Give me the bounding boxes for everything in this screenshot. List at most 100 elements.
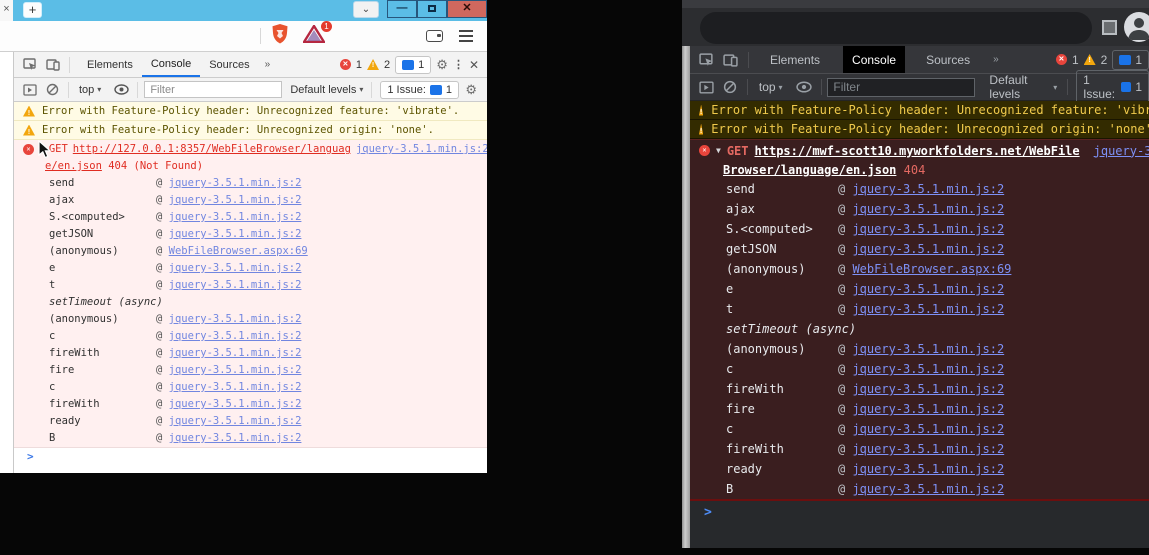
- stack-at-prefix: @ jquery-3.5.1.min.js:2: [838, 479, 1004, 499]
- console-error-message[interactable]: ✕ ▼ GET https://mwf-scott10.myworkfolder…: [690, 139, 1149, 501]
- stack-source-link[interactable]: jquery-3.5.1.min.js:2: [169, 279, 302, 291]
- stack-source-link[interactable]: jquery-3.5.1.min.js:2: [169, 432, 302, 444]
- console-settings-gear-icon[interactable]: ⚙: [465, 82, 477, 98]
- more-tabs-icon[interactable]: »: [259, 59, 277, 70]
- stack-source-link[interactable]: jquery-3.5.1.min.js:2: [852, 402, 1004, 416]
- tab-sources[interactable]: Sources: [917, 46, 979, 73]
- stack-source-link[interactable]: jquery-3.5.1.min.js:2: [852, 362, 1004, 376]
- maximize-button[interactable]: [417, 0, 447, 18]
- eye-icon[interactable]: [796, 81, 812, 93]
- console-warning-row[interactable]: ! Error with Feature-Policy header: Unre…: [14, 102, 487, 121]
- console-warning-row[interactable]: ! Error with Feature-Policy header: Unre…: [690, 101, 1149, 120]
- address-bar[interactable]: [700, 12, 1092, 44]
- tab-close-button[interactable]: ×: [0, 0, 13, 21]
- stack-source-link[interactable]: jquery-3.5.1.min.js:2: [852, 342, 1004, 356]
- stack-source-link[interactable]: jquery-3.5.1.min.js:2: [852, 382, 1004, 396]
- warning-badge-icon[interactable]: !: [367, 59, 379, 70]
- stack-source-link[interactable]: jquery-3.5.1.min.js:2: [169, 177, 302, 189]
- settings-gear-icon[interactable]: ⚙: [436, 57, 448, 73]
- tab-list-dropdown-button[interactable]: ⌄: [353, 1, 379, 18]
- stack-function-name: fire: [49, 362, 156, 379]
- console-warning-row[interactable]: ! Error with Feature-Policy header: Unre…: [14, 121, 487, 140]
- stack-source-link[interactable]: jquery-3.5.1.min.js:2: [852, 422, 1004, 436]
- stack-frame: ajax@ jquery-3.5.1.min.js:2: [14, 192, 487, 209]
- window-controls: — ✕: [387, 0, 487, 21]
- error-badge-icon[interactable]: ✕: [1056, 54, 1067, 65]
- close-button[interactable]: ✕: [447, 0, 487, 18]
- error-badge-icon[interactable]: ✕: [340, 59, 351, 70]
- profile-avatar[interactable]: [1124, 12, 1149, 42]
- kebab-menu-icon[interactable]: ⋮: [453, 58, 464, 71]
- eye-icon[interactable]: [114, 84, 129, 95]
- console-sidebar-icon[interactable]: [23, 84, 37, 96]
- context-selector[interactable]: top ▾: [755, 80, 787, 94]
- inspect-element-icon[interactable]: [23, 58, 37, 71]
- stack-source-link[interactable]: jquery-3.5.1.min.js:2: [169, 398, 302, 410]
- stack-source-link[interactable]: jquery-3.5.1.min.js:2: [169, 381, 302, 393]
- request-url-wrap[interactable]: e/en.json: [45, 160, 102, 172]
- clear-console-icon[interactable]: [46, 83, 59, 96]
- console-error-message[interactable]: ✕ ▼ GET http://127.0.0.1:8357/WebFileBro…: [14, 140, 487, 448]
- tab-search-icon[interactable]: [1102, 20, 1117, 35]
- console-warning-row[interactable]: ! Error with Feature-Policy header: Unre…: [690, 120, 1149, 139]
- filter-input[interactable]: [144, 81, 282, 98]
- stack-source-link[interactable]: jquery-3.5.1.min.js:2: [169, 313, 302, 325]
- stack-source-link[interactable]: jquery-3.5.1.min.js:2: [169, 211, 302, 223]
- minimize-button[interactable]: —: [387, 0, 417, 18]
- stack-source-link[interactable]: jquery-3.5.1.min.js:2: [852, 222, 1004, 236]
- source-file-link[interactable]: jquery-3.5.1.min.js:2: [356, 143, 487, 155]
- issues-chip[interactable]: 1 Issue: 1: [380, 81, 459, 99]
- stack-source-link[interactable]: jquery-3.5.1.min.js:2: [852, 482, 1004, 496]
- stack-source-link[interactable]: jquery-3.5.1.min.js:2: [169, 330, 302, 342]
- request-url-wrap[interactable]: Browser/language/en.json: [723, 163, 896, 177]
- stack-source-link[interactable]: jquery-3.5.1.min.js:2: [169, 347, 302, 359]
- stack-source-link[interactable]: jquery-3.5.1.min.js:2: [169, 194, 302, 206]
- device-toolbar-icon[interactable]: [723, 53, 738, 67]
- stack-source-link[interactable]: jquery-3.5.1.min.js:2: [852, 462, 1004, 476]
- issues-chip[interactable]: 1 Issue: 1: [1076, 70, 1149, 104]
- stack-source-link[interactable]: jquery-3.5.1.min.js:2: [852, 182, 1004, 196]
- filter-input[interactable]: [827, 78, 975, 97]
- console-prompt[interactable]: >: [690, 501, 1149, 525]
- new-tab-button[interactable]: +: [23, 2, 42, 18]
- stack-source-link[interactable]: jquery-3.5.1.min.js:2: [852, 242, 1004, 256]
- clear-console-icon[interactable]: [723, 80, 737, 94]
- device-toolbar-icon[interactable]: [46, 58, 60, 71]
- inspect-element-icon[interactable]: [699, 53, 714, 67]
- left-browser-window: × + ⌄ — ✕ 1: [0, 0, 487, 473]
- stack-source-link[interactable]: jquery-3.5.1.min.js:2: [852, 282, 1004, 296]
- brave-shield-icon[interactable]: [271, 24, 289, 49]
- warning-badge-icon[interactable]: !: [1084, 54, 1096, 65]
- tab-console[interactable]: Console: [843, 46, 905, 73]
- tab-elements[interactable]: Elements: [78, 52, 142, 77]
- stack-source-link[interactable]: WebFileBrowser.aspx:69: [852, 262, 1011, 276]
- extension-triangle-icon[interactable]: 1: [303, 25, 325, 48]
- request-url-link[interactable]: http://127.0.0.1:8357/WebFileBrowser/lan…: [73, 143, 351, 155]
- tab-sources[interactable]: Sources: [200, 52, 258, 77]
- devtools-close-icon[interactable]: ✕: [469, 58, 479, 72]
- console-prompt[interactable]: >: [14, 448, 487, 466]
- expand-triangle-icon[interactable]: ▼: [716, 146, 721, 155]
- tab-console[interactable]: Console: [142, 52, 200, 77]
- stack-source-link[interactable]: jquery-3.5.1.min.js:2: [852, 302, 1004, 316]
- stack-source-link[interactable]: jquery-3.5.1.min.js:2: [169, 228, 302, 240]
- messages-chip[interactable]: 1: [395, 56, 431, 74]
- log-levels-dropdown[interactable]: Default levels ▾: [989, 73, 1057, 101]
- menu-icon[interactable]: [459, 30, 473, 42]
- stack-source-link[interactable]: jquery-3.5.1.min.js:2: [852, 202, 1004, 216]
- tab-elements[interactable]: Elements: [761, 46, 829, 73]
- messages-chip[interactable]: 1: [1112, 50, 1149, 70]
- stack-source-link[interactable]: jquery-3.5.1.min.js:2: [169, 364, 302, 376]
- more-tabs-icon[interactable]: »: [987, 54, 1005, 65]
- request-url-link[interactable]: https://mwf-scott10.myworkfolders.net/We…: [755, 144, 1080, 158]
- context-label: top: [759, 80, 776, 94]
- context-selector[interactable]: top ▾: [75, 84, 105, 96]
- console-sidebar-icon[interactable]: [699, 81, 714, 94]
- stack-source-link[interactable]: WebFileBrowser.aspx:69: [169, 245, 308, 257]
- log-levels-dropdown[interactable]: Default levels ▾: [290, 84, 363, 96]
- source-file-link[interactable]: jquery-3.5.1.min.js:2: [1094, 144, 1149, 158]
- stack-source-link[interactable]: jquery-3.5.1.min.js:2: [169, 262, 302, 274]
- wallet-icon[interactable]: [426, 30, 443, 42]
- stack-source-link[interactable]: jquery-3.5.1.min.js:2: [169, 415, 302, 427]
- stack-source-link[interactable]: jquery-3.5.1.min.js:2: [852, 442, 1004, 456]
